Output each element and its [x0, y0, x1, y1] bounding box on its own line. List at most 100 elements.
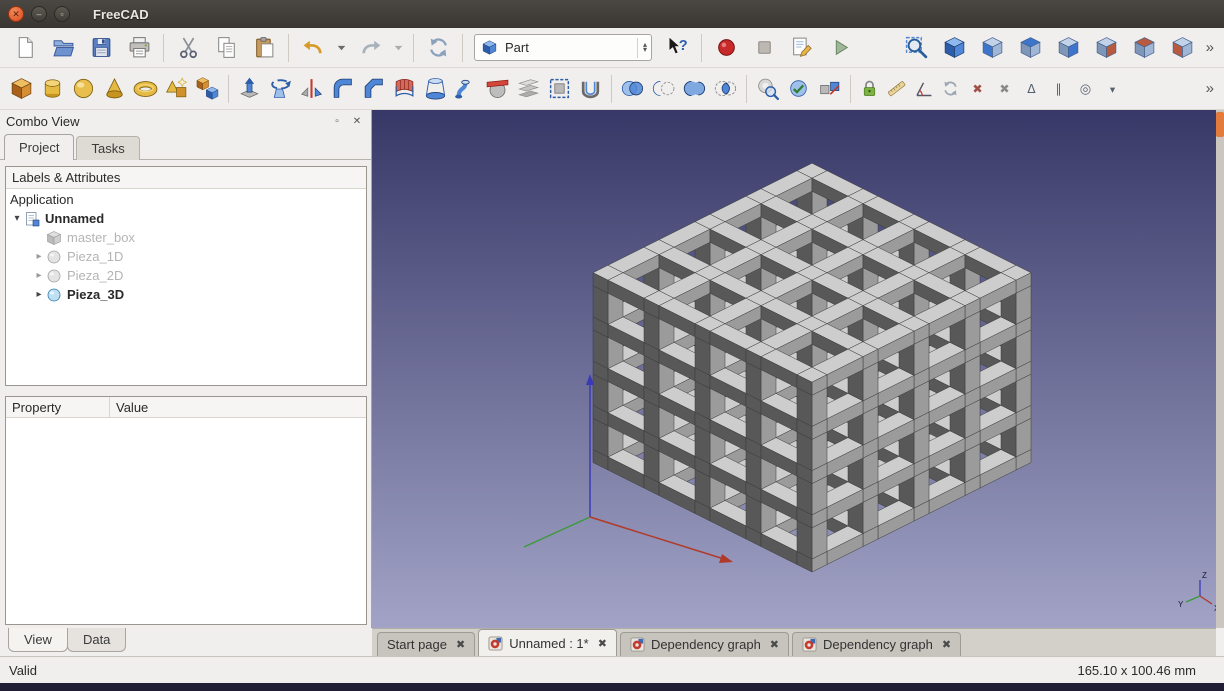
whats-this-button[interactable]: ? — [660, 31, 694, 65]
macro-record-button[interactable] — [709, 31, 743, 65]
part-boolean-button[interactable] — [618, 72, 647, 106]
close-tab-icon[interactable]: ✖ — [456, 638, 465, 651]
part-defeaturing-button[interactable] — [815, 72, 844, 106]
part-sphere-button[interactable] — [69, 72, 98, 106]
maximize-window-button[interactable]: ▫ — [54, 6, 70, 22]
tree-expander-icon[interactable]: ▸ — [32, 270, 46, 281]
macro-stop-button[interactable] — [747, 31, 781, 65]
part-loft-button[interactable] — [421, 72, 450, 106]
part-ruled-surface-button[interactable] — [390, 72, 419, 106]
measure-angular-button[interactable] — [911, 72, 936, 106]
tree-expander-icon[interactable]: ▸ — [32, 289, 46, 300]
print-button[interactable] — [122, 31, 156, 65]
part-common-button[interactable] — [711, 72, 740, 106]
part-refine-shape-button[interactable] — [784, 72, 813, 106]
tab-project[interactable]: Project — [4, 134, 74, 160]
macro-play-button[interactable] — [823, 31, 857, 65]
redo-menu-button[interactable] — [391, 31, 406, 65]
measure-origin-icon: ◎ — [1075, 78, 1096, 99]
part-extrude-button[interactable] — [235, 72, 264, 106]
view-axonometric-button[interactable] — [938, 31, 972, 65]
part-check-geometry-button[interactable] — [753, 72, 782, 106]
part-revolve-button[interactable] — [266, 72, 295, 106]
close-tab-icon[interactable]: ✖ — [770, 638, 779, 651]
part-thickness-button[interactable] — [576, 72, 605, 106]
close-tab-icon[interactable]: ✖ — [942, 638, 951, 651]
new-document-button[interactable] — [8, 31, 42, 65]
view-right-button[interactable] — [1052, 31, 1086, 65]
part-chamfer-button[interactable] — [359, 72, 388, 106]
workbench-selector[interactable]: Part▴▾ — [474, 34, 652, 61]
tab-view[interactable]: View — [8, 628, 68, 652]
tree-item-pieza_1d[interactable]: ▸Pieza_1D — [6, 247, 366, 266]
measure-more-button[interactable]: ▾ — [1100, 72, 1125, 106]
document-tab-0[interactable]: Start page✖ — [377, 632, 475, 656]
float-panel-icon[interactable]: ▫ — [329, 113, 345, 129]
tree-item-master_box[interactable]: master_box — [6, 228, 366, 247]
cut-button[interactable] — [171, 31, 205, 65]
tree-item-unnamed[interactable]: ▾Unnamed — [6, 209, 366, 228]
tree-item-pieza_2d[interactable]: ▸Pieza_2D — [6, 266, 366, 285]
save-document-button[interactable] — [84, 31, 118, 65]
paste-button[interactable] — [247, 31, 281, 65]
measure-toggle-all-button[interactable]: ✖ — [992, 72, 1017, 106]
tree-root-application[interactable]: Application — [6, 189, 366, 209]
view-rear-button[interactable] — [1090, 31, 1124, 65]
close-window-button[interactable]: ✕ — [8, 6, 24, 22]
tab-data[interactable]: Data — [67, 628, 126, 652]
part-union-button[interactable] — [680, 72, 709, 106]
part-sweep-button[interactable] — [452, 72, 481, 106]
toolbar-overflow-icon[interactable]: » — [1202, 80, 1218, 97]
viewport-3d[interactable]: Z Y X — [372, 110, 1216, 628]
property-column-header[interactable]: Property — [6, 397, 110, 417]
redo-button[interactable] — [353, 31, 387, 65]
combo-spinner-icon[interactable]: ▴▾ — [637, 38, 647, 58]
copy-button[interactable] — [209, 31, 243, 65]
view-front-button[interactable] — [976, 31, 1010, 65]
part-shape-builder-button[interactable] — [193, 72, 222, 106]
document-tab-2[interactable]: Dependency graph✖ — [620, 632, 789, 656]
tree-item-pieza_3d[interactable]: ▸Pieza_3D — [6, 285, 366, 304]
undo-button[interactable] — [296, 31, 330, 65]
part-torus-button[interactable] — [131, 72, 160, 106]
part-box-button[interactable] — [7, 72, 36, 106]
bottom-edge-strip — [0, 683, 1224, 691]
open-document-button[interactable] — [46, 31, 80, 65]
scrollbar-thumb[interactable] — [1216, 112, 1224, 137]
measure-refresh-button[interactable] — [938, 72, 963, 106]
undo-menu-button[interactable] — [334, 31, 349, 65]
view-left-button[interactable] — [1166, 31, 1200, 65]
document-tab-1[interactable]: Unnamed : 1*✖ — [478, 629, 617, 656]
part-offset-button[interactable] — [545, 72, 574, 106]
part-cut-button[interactable] — [649, 72, 678, 106]
macro-edit-button[interactable] — [785, 31, 819, 65]
measure-lock-button[interactable] — [857, 72, 882, 106]
view-bottom-button[interactable] — [1128, 31, 1162, 65]
right-scrollbar[interactable] — [1216, 110, 1224, 628]
part-mirror-button[interactable] — [297, 72, 326, 106]
toolbar-overflow-icon[interactable]: » — [1202, 39, 1218, 56]
part-section-button[interactable] — [483, 72, 512, 106]
measure-origin-button[interactable]: ◎ — [1073, 72, 1098, 106]
minimize-window-button[interactable]: – — [31, 6, 47, 22]
tree-expander-icon[interactable]: ▸ — [32, 251, 46, 262]
tree-expander-icon[interactable]: ▾ — [10, 213, 24, 224]
value-column-header[interactable]: Value — [110, 397, 366, 417]
part-cone-button[interactable] — [100, 72, 129, 106]
measure-toggle-delta-button[interactable]: ∥ — [1046, 72, 1071, 106]
tab-tasks[interactable]: Tasks — [76, 136, 139, 160]
measure-linear-button[interactable] — [884, 72, 909, 106]
measure-toggle-3d-button[interactable]: Δ — [1019, 72, 1044, 106]
measure-clear-all-button[interactable]: ✖ — [965, 72, 990, 106]
close-tab-icon[interactable]: ✖ — [598, 637, 607, 650]
document-tab-3[interactable]: Dependency graph✖ — [792, 632, 961, 656]
refresh-button[interactable] — [421, 31, 455, 65]
part-cross-sections-button[interactable] — [514, 72, 543, 106]
zoom-fit-button[interactable] — [900, 31, 934, 65]
open-document-icon — [51, 35, 76, 60]
view-top-button[interactable] — [1014, 31, 1048, 65]
part-fillet-button[interactable] — [328, 72, 357, 106]
part-cylinder-button[interactable] — [38, 72, 67, 106]
close-panel-icon[interactable]: ✕ — [349, 113, 365, 129]
part-primitives-button[interactable] — [162, 72, 191, 106]
